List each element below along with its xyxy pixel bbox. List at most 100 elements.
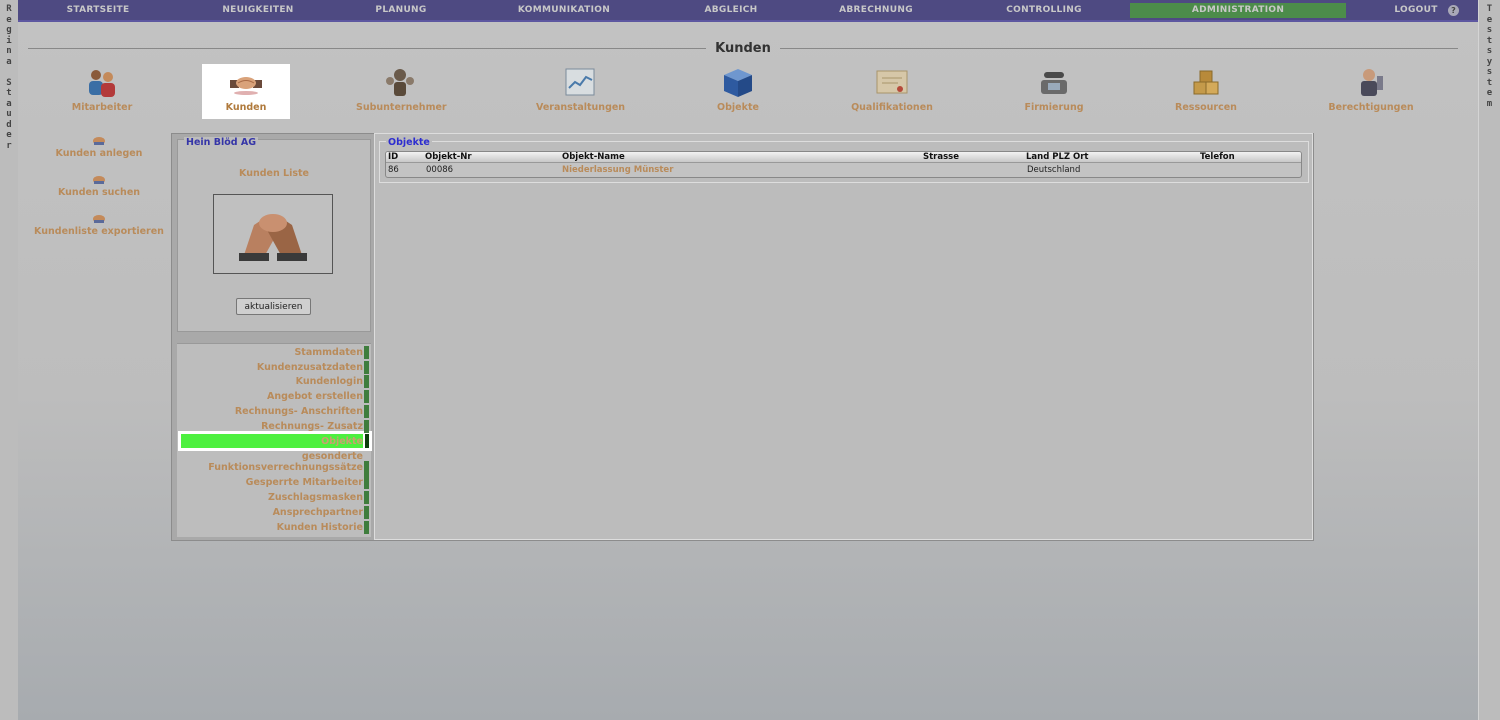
security-person-icon bbox=[1361, 69, 1383, 96]
cell-id: 86 bbox=[388, 165, 399, 175]
side-letter: T bbox=[1486, 4, 1493, 14]
table-header: ID Objekt-Nr Objekt-Name Strasse Land PL… bbox=[386, 152, 1301, 163]
side-letter: i bbox=[6, 35, 12, 46]
side-letter: t bbox=[1486, 77, 1493, 88]
tab-kunden-historie[interactable]: Kunden Historie bbox=[178, 522, 363, 533]
cell-objekt-name[interactable]: Niederlassung Münster bbox=[562, 163, 673, 177]
tab-kundenzusatzdaten[interactable]: Kundenzusatzdaten bbox=[178, 362, 363, 373]
side-letter: a bbox=[6, 98, 12, 109]
col-strasse[interactable]: Strasse bbox=[923, 152, 959, 163]
side-letter: y bbox=[1486, 56, 1493, 67]
tab-marker bbox=[364, 420, 369, 433]
table-row[interactable]: 86 00086 Niederlassung Münster Deutschla… bbox=[386, 163, 1301, 177]
side-letter: s bbox=[1486, 46, 1493, 56]
tab-marker bbox=[364, 346, 369, 359]
side-letter: e bbox=[1486, 88, 1493, 98]
kunden-liste-link[interactable]: Kunden Liste bbox=[177, 168, 371, 179]
tab-funktionsverrechnungssätze[interactable]: Funktionsverrechnungssätze bbox=[178, 462, 363, 473]
objekte-table: ID Objekt-Nr Objekt-Name Strasse Land PL… bbox=[385, 151, 1302, 178]
module-mitarbeiter[interactable]: Mitarbeiter bbox=[58, 64, 146, 118]
nav-abrechnung[interactable]: ABRECHNUNG bbox=[816, 0, 936, 20]
side-letter: t bbox=[6, 88, 12, 98]
calendar-chart-icon bbox=[565, 68, 595, 96]
subcontractor-icon bbox=[386, 69, 414, 96]
cell-objekt-nr: 00086 bbox=[426, 165, 454, 175]
nav-planung[interactable]: PLANUNG bbox=[341, 0, 461, 20]
side-letter: e bbox=[1486, 14, 1493, 25]
tab-rechnungs-zusatz[interactable]: Rechnungs- Zusatz bbox=[178, 421, 363, 432]
module-objekte[interactable]: Objekte bbox=[694, 64, 782, 118]
tab-marker bbox=[364, 506, 369, 519]
tab-gesperrte-mitarbeiter[interactable]: Gesperrte Mitarbeiter bbox=[178, 477, 363, 488]
nav-neuigkeiten[interactable]: NEUIGKEITEN bbox=[198, 0, 318, 20]
col-id[interactable]: ID bbox=[388, 152, 398, 163]
tab-marker bbox=[364, 521, 369, 534]
tab-marker bbox=[364, 405, 369, 418]
action-kunden-anlegen[interactable]: Kunden anlegen bbox=[30, 135, 168, 159]
help-icon[interactable]: ? bbox=[1448, 5, 1459, 16]
module-firmierung[interactable]: Firmierung bbox=[1010, 64, 1098, 118]
tab-marker bbox=[364, 390, 369, 403]
side-letter: u bbox=[6, 109, 12, 119]
side-letter: R bbox=[6, 4, 12, 14]
tab-marker bbox=[364, 476, 369, 489]
tab-kundenlogin[interactable]: Kundenlogin bbox=[178, 376, 363, 387]
col-objekt-nr[interactable]: Objekt-Nr bbox=[425, 152, 472, 163]
tab-angebot-erstellen[interactable]: Angebot erstellen bbox=[178, 391, 363, 402]
user-name-strip: ReginaStauder bbox=[0, 0, 18, 720]
handshake-small-icon bbox=[93, 215, 105, 223]
side-letter: e bbox=[6, 14, 12, 25]
cell-land-plz-ort: Deutschland bbox=[1027, 165, 1081, 175]
top-navigation: STARTSEITE NEUIGKEITEN PLANUNG KOMMUNIKA… bbox=[18, 0, 1478, 22]
action-kundenliste-exportieren[interactable]: Kundenliste exportieren bbox=[30, 213, 168, 237]
customer-name: Hein Blöd AG bbox=[184, 137, 259, 148]
tab-ansprechpartner[interactable]: Ansprechpartner bbox=[178, 507, 363, 518]
module-qualifikationen[interactable]: Qualifikationen bbox=[848, 64, 936, 118]
col-telefon[interactable]: Telefon bbox=[1200, 152, 1235, 163]
tab-marker bbox=[364, 375, 369, 388]
handshake-icon bbox=[230, 77, 262, 95]
side-letter: e bbox=[6, 130, 12, 140]
nav-controlling[interactable]: CONTROLLING bbox=[984, 0, 1104, 20]
nav-kommunikation[interactable]: KOMMUNIKATION bbox=[504, 0, 624, 20]
nav-administration[interactable]: ADMINISTRATION bbox=[1130, 3, 1346, 18]
side-letter: r bbox=[6, 140, 12, 151]
nav-startseite[interactable]: STARTSEITE bbox=[38, 0, 158, 20]
module-kunden[interactable]: Kunden bbox=[202, 64, 290, 119]
customer-picture bbox=[213, 194, 333, 274]
action-kunden-suchen[interactable]: Kunden suchen bbox=[30, 174, 168, 198]
tab-marker bbox=[364, 361, 369, 374]
tab-rechnungs-anschriften[interactable]: Rechnungs- Anschriften bbox=[178, 406, 363, 417]
side-letter: S bbox=[6, 77, 12, 88]
handshake-large-icon bbox=[239, 214, 307, 261]
nav-abgleich[interactable]: ABGLEICH bbox=[671, 0, 791, 20]
system-name-strip: Testsystem bbox=[1478, 0, 1500, 720]
side-letter: n bbox=[6, 46, 12, 56]
side-letter: m bbox=[1486, 98, 1493, 109]
tab-objekte[interactable]: Objekte bbox=[178, 436, 363, 447]
title-divider-right bbox=[780, 48, 1458, 49]
module-berechtigungen[interactable]: Berechtigungen bbox=[1326, 64, 1416, 118]
tab-stammdaten[interactable]: Stammdaten bbox=[178, 347, 363, 358]
objekte-legend: Objekte bbox=[386, 137, 432, 148]
cube-icon bbox=[724, 69, 752, 97]
title-divider-left bbox=[28, 48, 706, 49]
handshake-small-icon bbox=[93, 176, 105, 184]
boxes-icon bbox=[1193, 70, 1219, 95]
tab-marker bbox=[364, 491, 369, 504]
telephone-icon bbox=[1041, 72, 1067, 94]
side-letter: s bbox=[1486, 25, 1493, 35]
col-objekt-name[interactable]: Objekt-Name bbox=[562, 152, 625, 163]
module-veranstaltungen[interactable]: Veranstaltungen bbox=[536, 64, 625, 118]
module-subunternehmer[interactable]: Subunternehmer bbox=[356, 64, 447, 118]
col-land-plz-ort[interactable]: Land PLZ Ort bbox=[1026, 152, 1089, 163]
tab-gesonderte[interactable]: gesonderte bbox=[178, 451, 363, 462]
module-ressourcen[interactable]: Ressourcen bbox=[1162, 64, 1250, 118]
aktualisieren-button[interactable]: aktualisieren bbox=[236, 298, 311, 315]
side-letter: d bbox=[6, 119, 12, 130]
handshake-small-icon bbox=[93, 137, 105, 145]
side-letter: g bbox=[6, 25, 12, 35]
tab-zuschlagsmasken[interactable]: Zuschlagsmasken bbox=[178, 492, 363, 503]
side-letter: a bbox=[6, 56, 12, 67]
side-letter: t bbox=[1486, 35, 1493, 46]
